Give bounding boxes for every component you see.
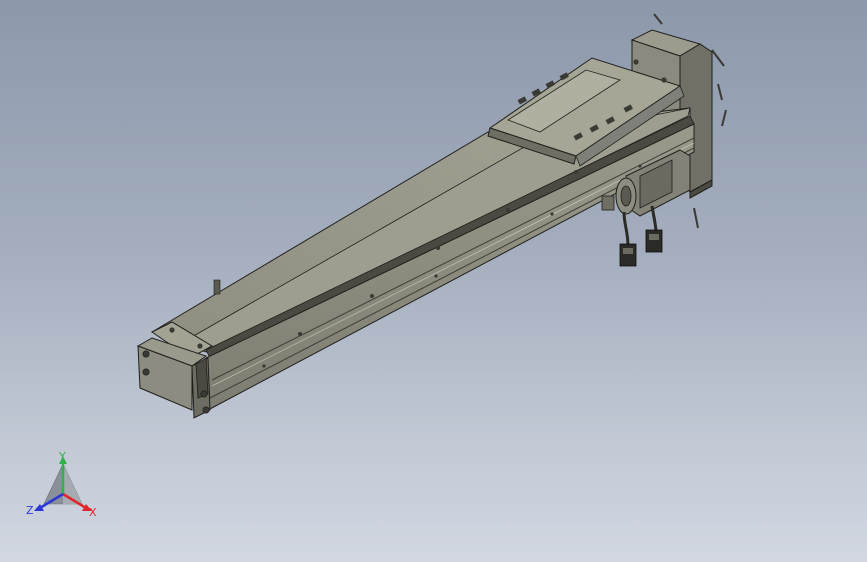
orientation-triad[interactable]: Y X Z	[22, 448, 106, 528]
rail-body	[150, 107, 695, 411]
y-axis-label: Y	[58, 450, 66, 463]
linear-actuator-model[interactable]	[0, 0, 867, 562]
cad-viewport[interactable]: Y X Z	[0, 0, 867, 562]
x-axis-label: X	[89, 506, 97, 519]
z-axis-label: Z	[26, 504, 34, 517]
